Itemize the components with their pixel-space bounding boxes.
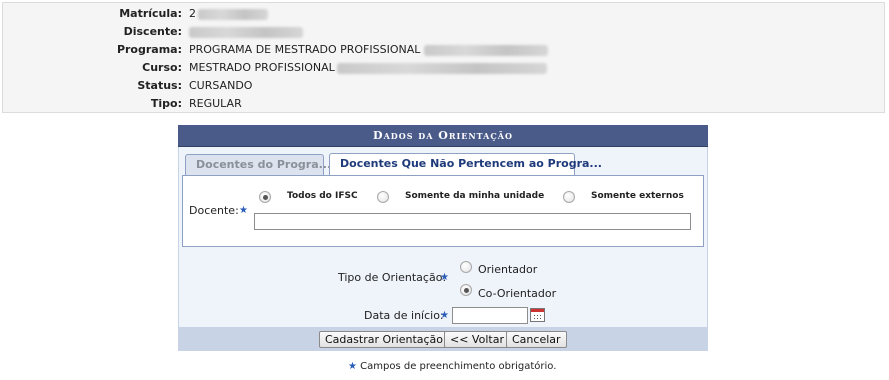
tipo-value: REGULAR [189,97,242,110]
status-value: CURSANDO [189,79,253,92]
info-label: Discente: [123,25,182,38]
required-fields-note: ★ Campos de preenchimento obrigatório. [348,361,556,372]
tipo-orientacao-label: Tipo de Orientação: [338,271,447,284]
info-row-tipo: Tipo: REGULAR [3,96,884,112]
data-inicio-input[interactable] [452,307,528,324]
cancelar-button[interactable]: Cancelar [506,331,567,348]
tab-content: Docente: ★ Todos do IFSC Somente da minh… [182,175,704,247]
option-label: Co-Orientador [478,287,557,300]
data-inicio-label: Data de início: [364,309,444,322]
redacted-block [424,44,549,56]
matricula-value: 2 [189,7,196,20]
curso-value: MESTRADO PROFISSIONAL [189,61,335,74]
button-bar: Cadastrar Orientação << Voltar Cancelar [178,327,708,351]
redacted-block [198,8,268,20]
info-value: PROGRAMA DE MESTRADO PROFISSIONAL [189,42,549,58]
radio-minha-unidade[interactable] [377,191,389,203]
required-note-text: Campos de preenchimento obrigatório. [360,361,557,372]
option-label: Somente da minha unidade [405,191,545,201]
required-star-icon: ★ [239,205,248,216]
required-star-icon: ★ [440,272,449,283]
radio-orientador[interactable] [460,261,472,273]
panel-title: Dados da Orientação [178,125,708,147]
option-label: Todos do IFSC [287,191,358,201]
info-label: Curso: [142,61,182,74]
tab-docentes-programa[interactable]: Docentes do Progra... [185,154,331,175]
info-row-curso: Curso: MESTRADO PROFISSIONAL [3,60,884,76]
voltar-button[interactable]: << Voltar [444,331,510,348]
required-star-icon: ★ [348,361,357,372]
info-row-discente: Discente: [3,24,884,40]
info-label: Status: [137,79,182,92]
redacted-block [336,62,547,74]
option-label: Somente externos [591,191,684,201]
docente-label: Docente: [189,204,239,217]
info-label: Matrícula: [119,7,182,20]
option-label: Orientador [478,263,538,276]
info-value: 2 [189,6,268,22]
docente-input[interactable] [254,213,691,230]
cadastrar-orientacao-button[interactable]: Cadastrar Orientação [319,331,450,348]
radio-somente-externos[interactable] [563,191,575,203]
radio-todos-ifsc[interactable] [259,191,271,203]
programa-value: PROGRAMA DE MESTRADO PROFISSIONAL [189,43,421,56]
orientation-form-panel: Dados da Orientação Docentes do Progra..… [178,125,708,351]
info-label: Programa: [116,43,182,56]
required-star-icon: ★ [440,310,449,321]
radio-co-orientador[interactable] [460,284,472,296]
student-info-box: Matrícula: 2 Discente: Programa: PROGRAM… [2,2,885,113]
calendar-icon[interactable] [530,308,545,322]
info-row-programa: Programa: PROGRAMA DE MESTRADO PROFISSIO… [3,42,884,58]
info-value [189,24,303,40]
info-label: Tipo: [150,97,182,110]
info-row-matricula: Matrícula: 2 [3,6,884,22]
tab-docentes-externos[interactable]: Docentes Que Não Pertencem ao Progra... [329,153,602,176]
redacted-block [189,26,303,38]
info-row-status: Status: CURSANDO [3,78,884,94]
info-value: MESTRADO PROFISSIONAL [189,60,547,76]
